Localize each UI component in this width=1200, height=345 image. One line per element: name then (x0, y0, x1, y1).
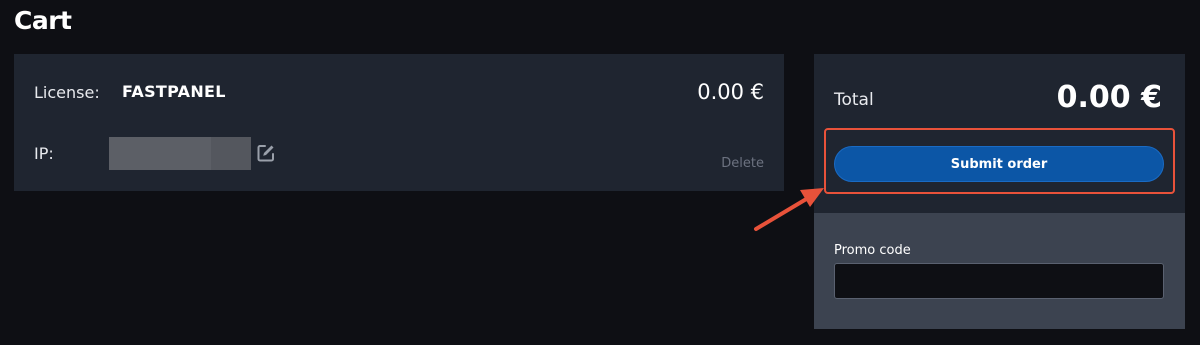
delete-link[interactable]: Delete (721, 156, 764, 171)
promo-panel: Promo code (814, 213, 1185, 329)
total-amount: 0.00 € (1056, 80, 1162, 115)
ip-value-redacted (109, 137, 251, 170)
total-label: Total (834, 90, 874, 110)
item-price: 0.00 € (697, 80, 764, 104)
edit-icon[interactable] (256, 143, 276, 163)
promo-code-input[interactable] (834, 263, 1164, 299)
promo-code-label: Promo code (834, 243, 911, 258)
license-label: License: (34, 83, 100, 102)
page-title: Cart (14, 6, 72, 35)
license-name: FASTPANEL (122, 82, 226, 101)
arrow-annotation-icon (754, 188, 824, 231)
cart-item: License: FASTPANEL 0.00 € IP: Delete (14, 54, 784, 191)
submit-order-button[interactable]: Submit order (834, 146, 1164, 182)
ip-label: IP: (34, 144, 54, 163)
